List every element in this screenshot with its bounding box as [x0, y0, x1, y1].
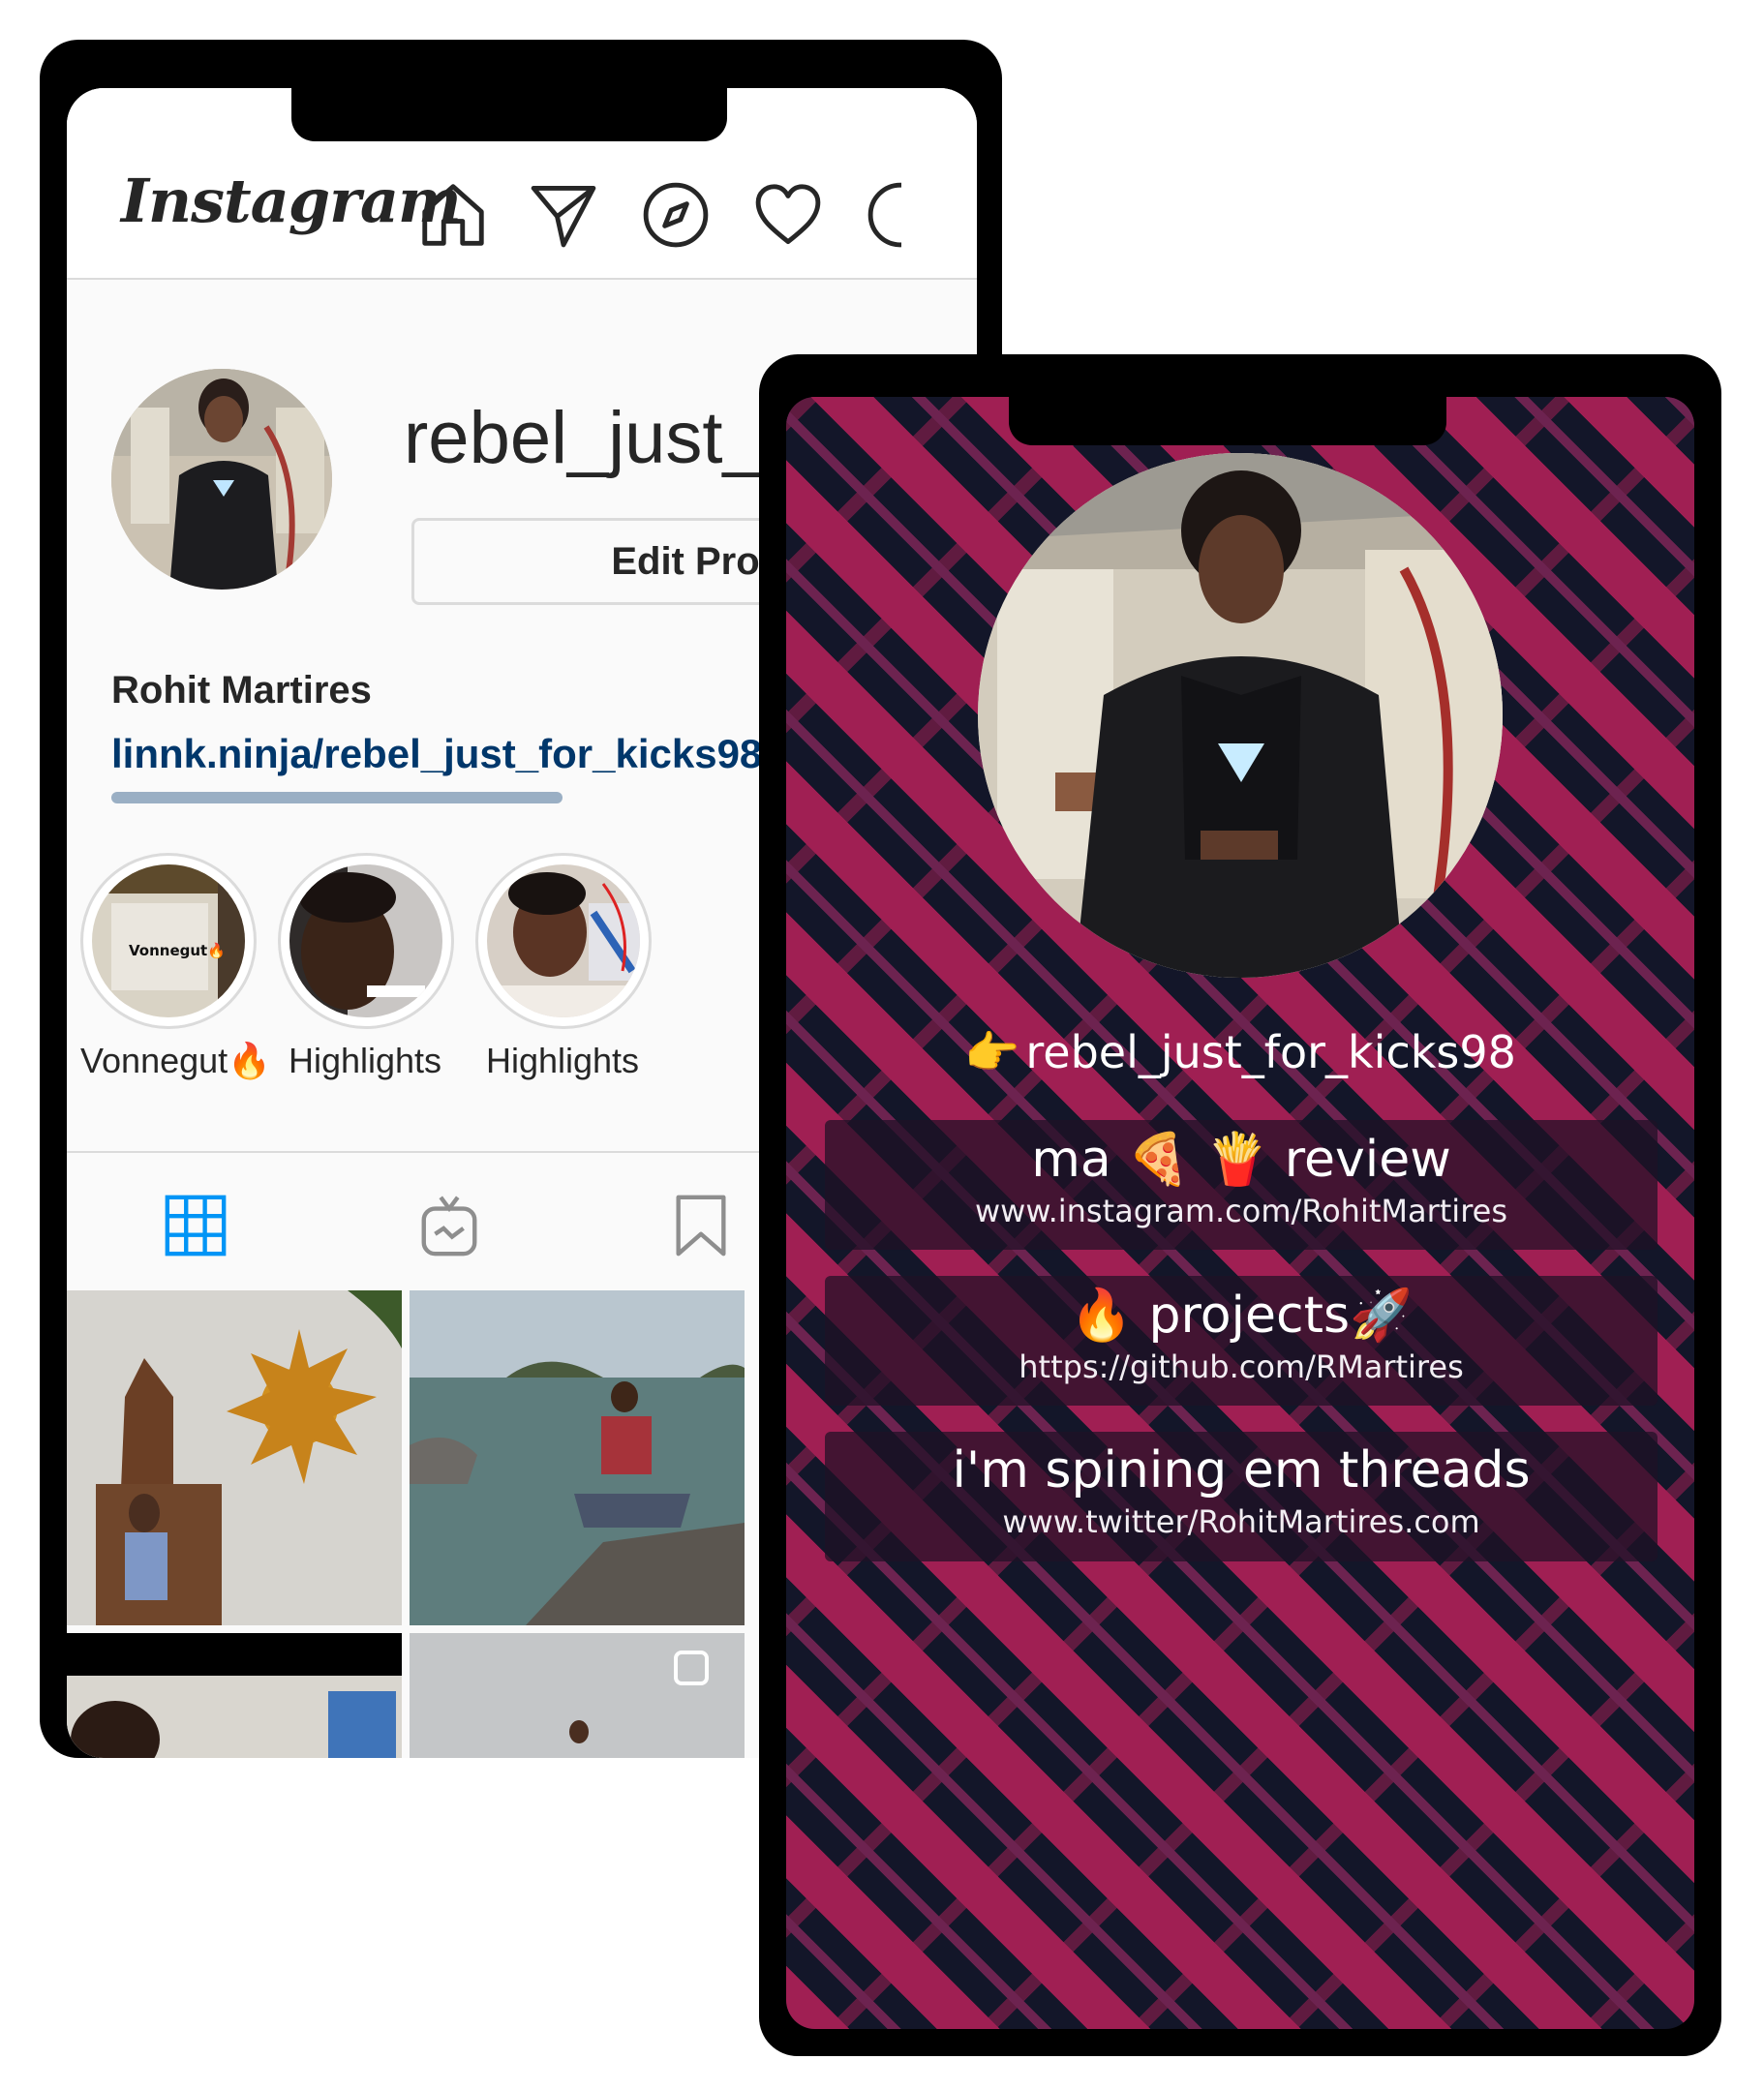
heart-icon[interactable]	[750, 177, 826, 253]
highlight-thumbnail	[487, 864, 640, 1017]
profile-icon[interactable]	[863, 177, 901, 253]
igtv-icon[interactable]	[415, 1192, 483, 1259]
highlight-label: Highlights	[485, 1041, 640, 1080]
direct-message-icon[interactable]	[526, 177, 601, 253]
story-highlight-2[interactable]: Highlights	[278, 853, 454, 1081]
home-icon[interactable]	[415, 177, 491, 253]
link-title: 🔥 projects🚀	[1070, 1287, 1413, 1345]
post-thumbnail[interactable]	[67, 1290, 402, 1625]
instagram-logo[interactable]: Instagram	[121, 166, 462, 236]
story-highlight-3[interactable]: Highlights	[475, 853, 652, 1081]
link-card-review[interactable]: ma 🍕 🍟 review www.instagram.com/RohitMar…	[825, 1120, 1658, 1250]
profile-username: rebel_just_	[404, 397, 764, 479]
highlight-label: Vonnegut🔥	[80, 1041, 271, 1080]
highlight-thumb-text: Vonnegut🔥	[129, 942, 226, 959]
link-url: https://github.com/RMartires	[1019, 1348, 1464, 1385]
profile-full-name: Rohit Martires	[111, 669, 372, 712]
link-page-phone-frame: 👉 rebel_just_for_kicks98 ma 🍕 🍟 review ww…	[759, 354, 1721, 2056]
saved-icon[interactable]	[667, 1192, 735, 1259]
highlight-label: Highlights	[288, 1041, 442, 1080]
link-url: www.twitter/RohitMartires.com	[1002, 1503, 1480, 1540]
highlight-thumbnail	[289, 864, 442, 1017]
story-highlight-vonnegut[interactable]: Vonnegut🔥 Vonnegut🔥	[80, 853, 271, 1081]
link-page-screen: 👉 rebel_just_for_kicks98 ma 🍕 🍟 review ww…	[786, 397, 1694, 2029]
profile-avatar[interactable]	[111, 369, 332, 590]
highlight-ring: Vonnegut🔥	[80, 853, 257, 1029]
highlight-ring	[278, 853, 454, 1029]
post-thumbnail[interactable]	[410, 1290, 745, 1625]
explore-icon[interactable]	[638, 177, 714, 253]
highlight-thumbnail: Vonnegut🔥	[92, 864, 245, 1017]
link-page-handle: 👉 rebel_just_for_kicks98	[786, 1026, 1694, 1079]
link-card-projects[interactable]: 🔥 projects🚀 https://github.com/RMartires	[825, 1276, 1658, 1406]
phone-notch	[1009, 397, 1446, 445]
pointing-hand-icon: 👉	[964, 1026, 1020, 1078]
highlight-ring	[475, 853, 652, 1029]
post-thumbnail[interactable]	[67, 1633, 402, 1758]
link-highlight-bar	[111, 792, 563, 803]
link-url: www.instagram.com/RohitMartires	[974, 1193, 1507, 1229]
phone-notch	[291, 88, 727, 141]
link-title: i'm spining em threads	[952, 1441, 1531, 1499]
link-title: ma 🍕 🍟 review	[1031, 1131, 1451, 1189]
link-card-threads[interactable]: i'm spining em threads www.twitter/Rohit…	[825, 1432, 1658, 1561]
grid-icon[interactable]	[162, 1192, 229, 1259]
post-thumbnail[interactable]	[410, 1633, 745, 1758]
profile-bio-link[interactable]: linnk.ninja/rebel_just_for_kicks98	[111, 731, 762, 777]
handle-text: rebel_just_for_kicks98	[1025, 1026, 1516, 1078]
link-page-avatar	[978, 453, 1503, 978]
